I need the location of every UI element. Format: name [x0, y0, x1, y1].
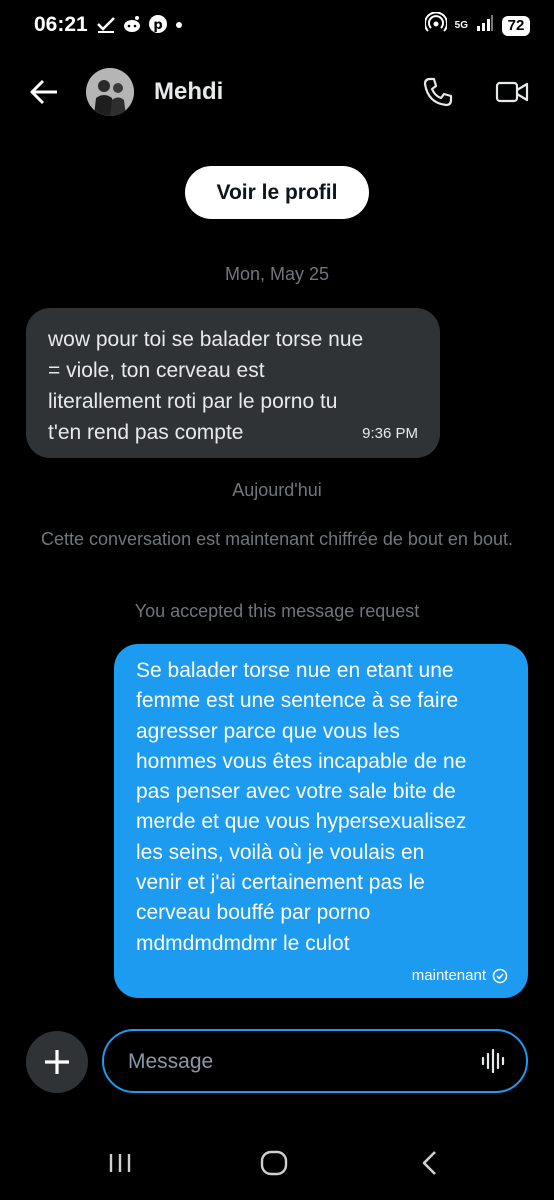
- contact-name[interactable]: Mehdi: [154, 78, 223, 106]
- plus-icon: [45, 1050, 69, 1074]
- system-back-button[interactable]: [410, 1148, 450, 1178]
- video-camera-icon: [495, 81, 529, 103]
- chevron-left-icon: [422, 1151, 436, 1175]
- reddit-icon: [122, 14, 142, 39]
- back-button[interactable]: [26, 74, 62, 110]
- add-attachment-button[interactable]: [26, 1031, 88, 1093]
- arrow-left-icon: [30, 79, 57, 105]
- home-button[interactable]: [254, 1148, 294, 1178]
- voice-message-button[interactable]: [480, 1047, 508, 1075]
- status-time: 06:21: [34, 13, 88, 36]
- encryption-notice: Cette conversation est maintenant chiffr…: [41, 529, 513, 549]
- date-separator-today: Aujourd'hui: [232, 480, 322, 500]
- checkmark-icon: [96, 14, 116, 39]
- status-notification-icons: p: [96, 14, 184, 39]
- hotspot-icon: [423, 11, 448, 39]
- view-profile-button[interactable]: Voir le profil: [185, 166, 369, 219]
- video-call-button[interactable]: [490, 72, 534, 112]
- battery-level: 72: [502, 15, 530, 36]
- sent-message-bubble[interactable]: Se balader torse nue en etant une femme …: [114, 644, 528, 998]
- received-message-time: 9:36 PM: [362, 425, 418, 442]
- message-input[interactable]: [126, 1031, 470, 1093]
- network-type-label: 5G: [454, 19, 468, 31]
- message-composer: [102, 1029, 528, 1093]
- date-separator: Mon, May 25: [224, 264, 330, 284]
- recents-icon: [109, 1154, 131, 1172]
- message-request-notice: You accepted this message request: [134, 601, 420, 621]
- received-message-bubble[interactable]: wow pour toi se balader torse nue = viol…: [26, 308, 440, 458]
- home-icon: [260, 1150, 288, 1176]
- conversation-header: Mehdi: [0, 52, 554, 132]
- call-button[interactable]: [418, 72, 458, 112]
- waveform-icon: [481, 1048, 505, 1074]
- avatar-photo: [86, 68, 134, 116]
- phone-icon: [423, 77, 453, 107]
- pinterest-icon: p: [148, 14, 168, 39]
- sent-message-status: maintenant: [412, 967, 508, 984]
- avatar[interactable]: [86, 68, 134, 116]
- sent-message-text: Se balader torse nue en etant une femme …: [136, 659, 467, 955]
- dot-icon: [174, 14, 184, 39]
- status-bar: 06:21 p 5G 72: [0, 0, 554, 52]
- status-system-icons: 5G 72: [423, 11, 530, 39]
- svg-text:p: p: [153, 18, 162, 33]
- system-navigation-bar: [0, 1130, 554, 1200]
- check-circle-icon: [492, 968, 508, 983]
- sent-status-label: maintenant: [411, 967, 486, 984]
- signal-icon: [476, 14, 494, 37]
- recent-apps-button[interactable]: [100, 1148, 140, 1178]
